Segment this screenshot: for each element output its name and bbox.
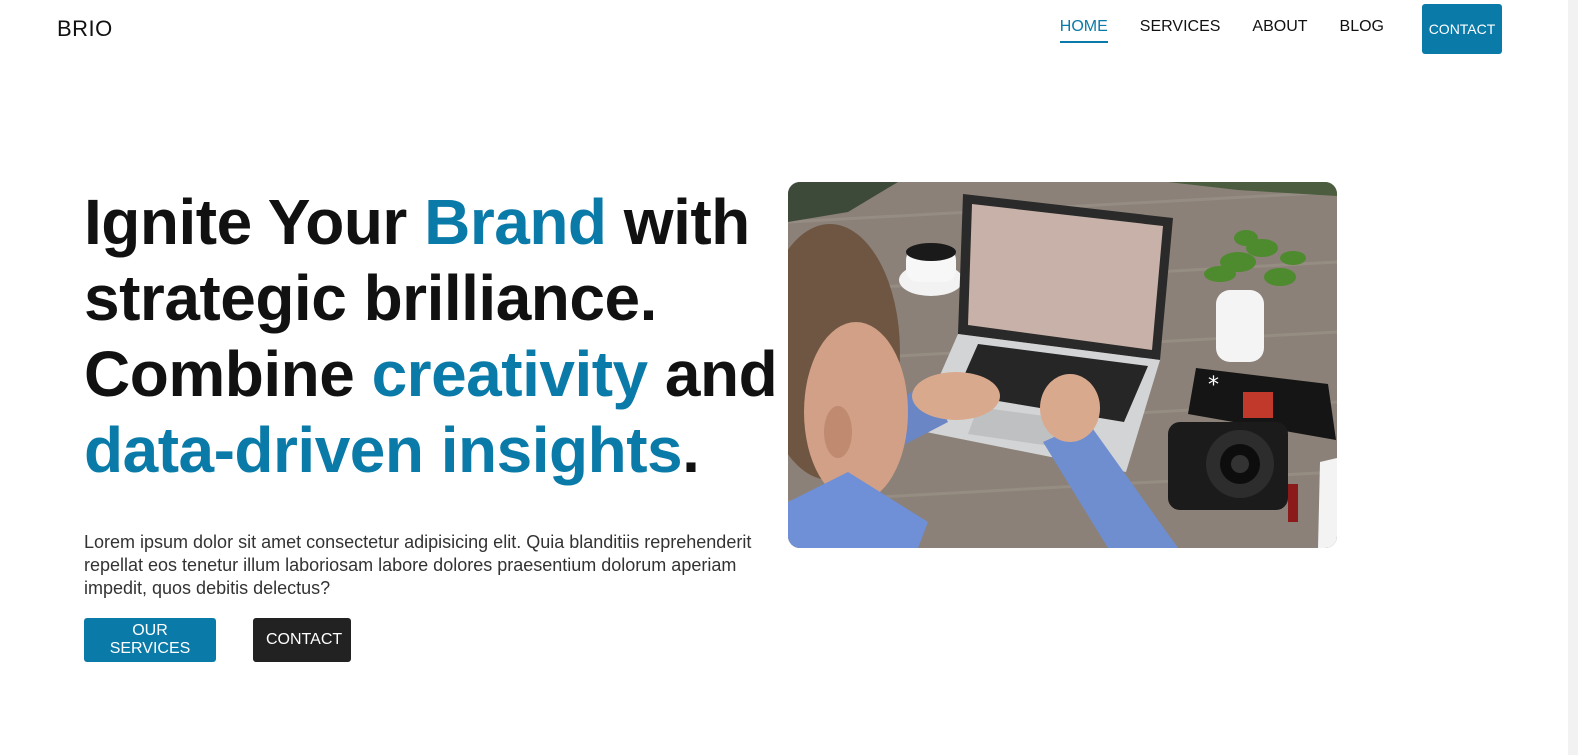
hero-image: * bbox=[788, 182, 1337, 548]
contact-button[interactable]: CONTACT bbox=[253, 618, 351, 662]
nav-item-about[interactable]: ABOUT bbox=[1252, 18, 1307, 40]
laptop-workspace-photo-icon: * bbox=[788, 182, 1337, 548]
heading-text-4: . bbox=[682, 414, 700, 486]
nav-item-blog[interactable]: BLOG bbox=[1340, 18, 1384, 40]
page: BRIO HOME SERVICES ABOUT BLOG CONTACT Ig… bbox=[0, 0, 1578, 755]
heading-text-1: Ignite Your bbox=[84, 186, 425, 258]
our-services-button[interactable]: OUR SERVICES bbox=[84, 618, 216, 662]
nav-contact-button[interactable]: CONTACT bbox=[1422, 4, 1502, 54]
brand-logo[interactable]: BRIO bbox=[57, 16, 113, 42]
hero-description: Lorem ipsum dolor sit amet consectetur a… bbox=[84, 532, 752, 598]
nav-item-services[interactable]: SERVICES bbox=[1140, 18, 1221, 40]
heading-highlight-creativity: creativity bbox=[371, 338, 649, 410]
heading-highlight-insights: data-driven insights bbox=[84, 414, 683, 486]
heading-highlight-brand: Brand bbox=[424, 186, 607, 258]
svg-text:*: * bbox=[1208, 373, 1219, 398]
main-nav: HOME SERVICES ABOUT BLOG CONTACT bbox=[1028, 0, 1502, 58]
nav-item-home[interactable]: HOME bbox=[1059, 18, 1108, 43]
page-scrollbar[interactable] bbox=[1568, 0, 1578, 755]
hero-heading: Ignite Your Brand with strategic brillia… bbox=[84, 184, 784, 488]
heading-text-3: and bbox=[647, 338, 778, 410]
